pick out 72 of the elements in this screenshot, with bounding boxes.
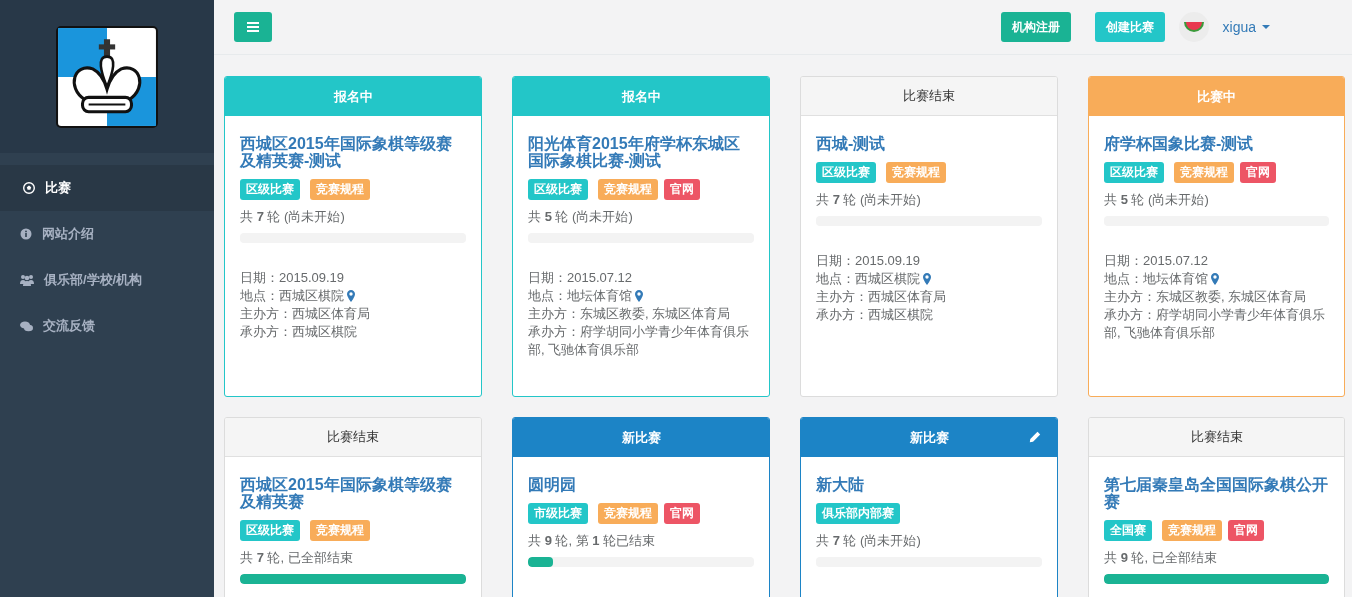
tag-badge: 区级比赛 <box>240 179 300 200</box>
tag-badge: 全国赛 <box>1104 520 1152 541</box>
status-label: 比赛中 <box>1197 87 1236 106</box>
status-label: 比赛结束 <box>1190 428 1243 447</box>
rounds-text: 共 5 轮 (尚未开始) <box>1104 192 1210 208</box>
status-label: 报名中 <box>621 87 661 106</box>
rounds-text: 共 7 轮 (尚未开始) <box>240 209 346 225</box>
sidebar-item[interactable]: 交流反馈 <box>0 303 214 349</box>
info-text: 地点：西城区棋院 <box>816 270 920 288</box>
map-pin-icon[interactable] <box>923 273 931 285</box>
map-pin-icon[interactable] <box>635 290 643 302</box>
tournament-title[interactable]: 第七届秦皇岛全国国际象棋公开赛 <box>1104 476 1329 510</box>
info-icon <box>20 228 32 240</box>
tournament-title[interactable]: 西城区2015年国际象棋等级赛及精英赛-测试 <box>240 135 466 169</box>
user-avatar[interactable] <box>1178 12 1209 42</box>
chat-icon <box>20 320 33 332</box>
tag-badge[interactable]: 官网 <box>664 179 700 200</box>
rounds-text: 共 7 轮 (尚未开始) <box>816 192 922 208</box>
status-label: 比赛结束 <box>903 87 955 106</box>
status-label: 新比赛 <box>909 428 949 447</box>
rounds-text: 共 7 轮 (尚未开始) <box>816 533 922 549</box>
rounds-text: 共 7 轮, 已全部结束 <box>240 550 354 566</box>
info-text: 主办方：西城区体育局 <box>816 288 946 306</box>
edit-pencil-icon[interactable] <box>1029 431 1041 443</box>
tag-badge: 区级比赛 <box>240 520 300 541</box>
tag-badge: 市级比赛 <box>528 503 588 524</box>
info-text: 承办方：西城区棋院 <box>240 323 357 341</box>
tournament-title[interactable]: 西城区2015年国际象棋等级赛及精英赛 <box>240 476 466 510</box>
username-link[interactable]: xigua <box>1222 16 1256 38</box>
menu-button[interactable] <box>234 12 272 42</box>
status-label: 比赛结束 <box>327 428 379 447</box>
tournament-title[interactable]: 府学杯国象比赛-测试 <box>1104 135 1329 152</box>
rounds-text: 共 9 轮, 第 1 轮已结束 <box>528 533 657 549</box>
header-button[interactable]: 机构注册 <box>1000 12 1071 42</box>
users-icon <box>20 274 34 286</box>
info-text: 日期：2015.07.12 <box>1104 252 1209 270</box>
info-text: 承办方：府学胡同小学青少年体育俱乐部, 飞驰体育俱乐部 <box>1104 306 1326 342</box>
tournament-title[interactable]: 圆明园 <box>528 476 754 493</box>
tag-badge[interactable]: 官网 <box>664 503 700 524</box>
tournament-title[interactable]: 西城-测试 <box>816 135 1042 152</box>
rounds-text: 共 9 轮, 已全部结束 <box>1104 550 1218 566</box>
info-text: 主办方：西城区体育局 <box>240 305 370 323</box>
info-text: 地点：西城区棋院 <box>240 287 344 305</box>
info-text: 地点：地坛体育馆 <box>1104 270 1208 288</box>
info-text: 主办方：东城区教委, 东城区体育局 <box>1104 288 1307 306</box>
tag-badge: 区级比赛 <box>528 179 588 200</box>
tournament-title[interactable]: 新大陆 <box>816 476 1042 493</box>
info-text: 地点：地坛体育馆 <box>528 287 632 305</box>
watermelon-icon <box>1183 21 1204 33</box>
rounds-text: 共 5 轮 (尚未开始) <box>528 209 634 225</box>
info-text: 日期：2015.09.19 <box>816 252 921 270</box>
info-text: 日期：2015.09.19 <box>240 269 345 287</box>
status-label: 新比赛 <box>621 428 661 447</box>
map-pin-icon[interactable] <box>347 290 355 302</box>
tag-badge: 俱乐部内部赛 <box>816 503 900 524</box>
tag-badge: 区级比赛 <box>816 162 876 183</box>
map-pin-icon[interactable] <box>1211 273 1219 285</box>
sidebar-item[interactable]: 比赛 <box>0 165 214 211</box>
sidebar-item[interactable]: 俱乐部/学校/机构 <box>0 257 214 303</box>
tag-badge[interactable]: 官网 <box>1240 162 1276 183</box>
status-label: 报名中 <box>333 87 373 106</box>
soccer-ball-icon <box>23 182 35 194</box>
info-text: 承办方：府学胡同小学青少年体育俱乐部, 飞驰体育俱乐部 <box>528 323 750 359</box>
tournament-title[interactable]: 阳光体育2015年府学杯东城区国际象棋比赛-测试 <box>528 135 754 169</box>
info-text: 主办方：东城区教委, 东城区体育局 <box>528 305 731 323</box>
info-text: 承办方：西城区棋院 <box>816 306 933 324</box>
info-text: 日期：2015.07.12 <box>528 269 633 287</box>
menu-icon <box>247 22 259 32</box>
caret-icon[interactable] <box>1262 25 1270 29</box>
sidebar-item[interactable]: 网站介绍 <box>0 211 214 257</box>
tag-badge[interactable]: 官网 <box>1228 520 1264 541</box>
tag-badge: 区级比赛 <box>1104 162 1164 183</box>
